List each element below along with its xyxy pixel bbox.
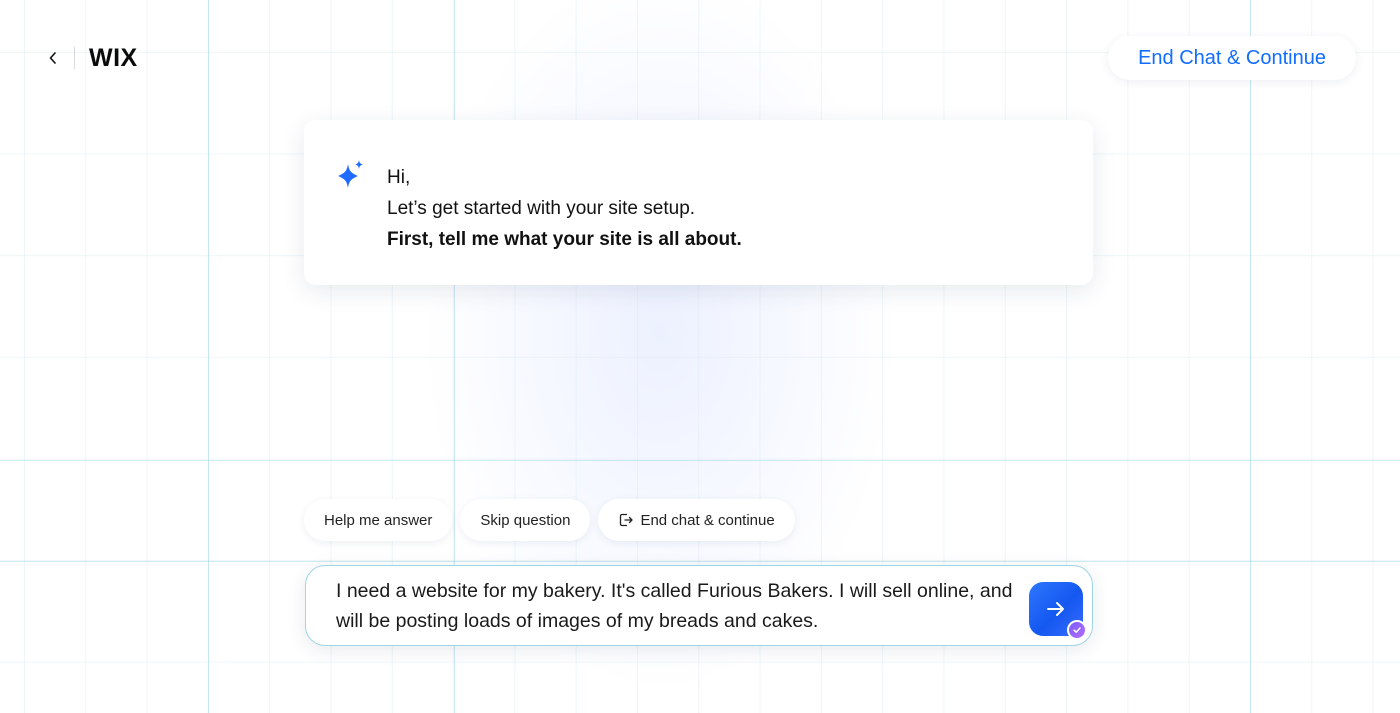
top-bar: WIX <box>44 40 138 76</box>
skip-question-button[interactable]: Skip question <box>460 499 591 541</box>
grid-line <box>208 0 209 713</box>
assistant-message-text: Hi, Let’s get started with your site set… <box>387 162 742 255</box>
chevron-left-icon <box>49 52 56 64</box>
send-button[interactable] <box>1029 582 1087 640</box>
arrow-right-icon <box>1047 602 1064 616</box>
chip-label: End chat & continue <box>640 511 775 529</box>
checkmark-badge-icon <box>1067 620 1087 640</box>
intro-text: Let’s get started with your site setup. <box>387 198 696 219</box>
grid-line <box>0 460 1400 461</box>
exit-icon <box>620 513 634 527</box>
question-text: First, tell me what your site is all abo… <box>387 229 742 250</box>
chat-input-box[interactable]: I need a website for my bakery. It's cal… <box>305 565 1093 646</box>
assistant-message-card: Hi, Let’s get started with your site set… <box>304 120 1093 285</box>
chip-label: Help me answer <box>324 511 433 529</box>
help-me-answer-button[interactable]: Help me answer <box>304 499 453 541</box>
sparkle-icon <box>338 160 363 188</box>
suggestion-chips: Help me answer Skip question End chat & … <box>304 499 795 541</box>
chip-label: Skip question <box>480 511 571 529</box>
back-button[interactable] <box>44 40 62 76</box>
chat-input[interactable]: I need a website for my bakery. It's cal… <box>336 576 1026 636</box>
greeting-text: Hi, <box>387 167 411 188</box>
grid-line <box>0 561 1400 562</box>
end-chat-chip-button[interactable]: End chat & continue <box>598 499 795 541</box>
end-chat-continue-button[interactable]: End Chat & Continue <box>1108 36 1356 80</box>
header-divider <box>74 47 75 69</box>
wix-logo[interactable]: WIX <box>89 44 138 73</box>
grid-line <box>1250 0 1251 713</box>
